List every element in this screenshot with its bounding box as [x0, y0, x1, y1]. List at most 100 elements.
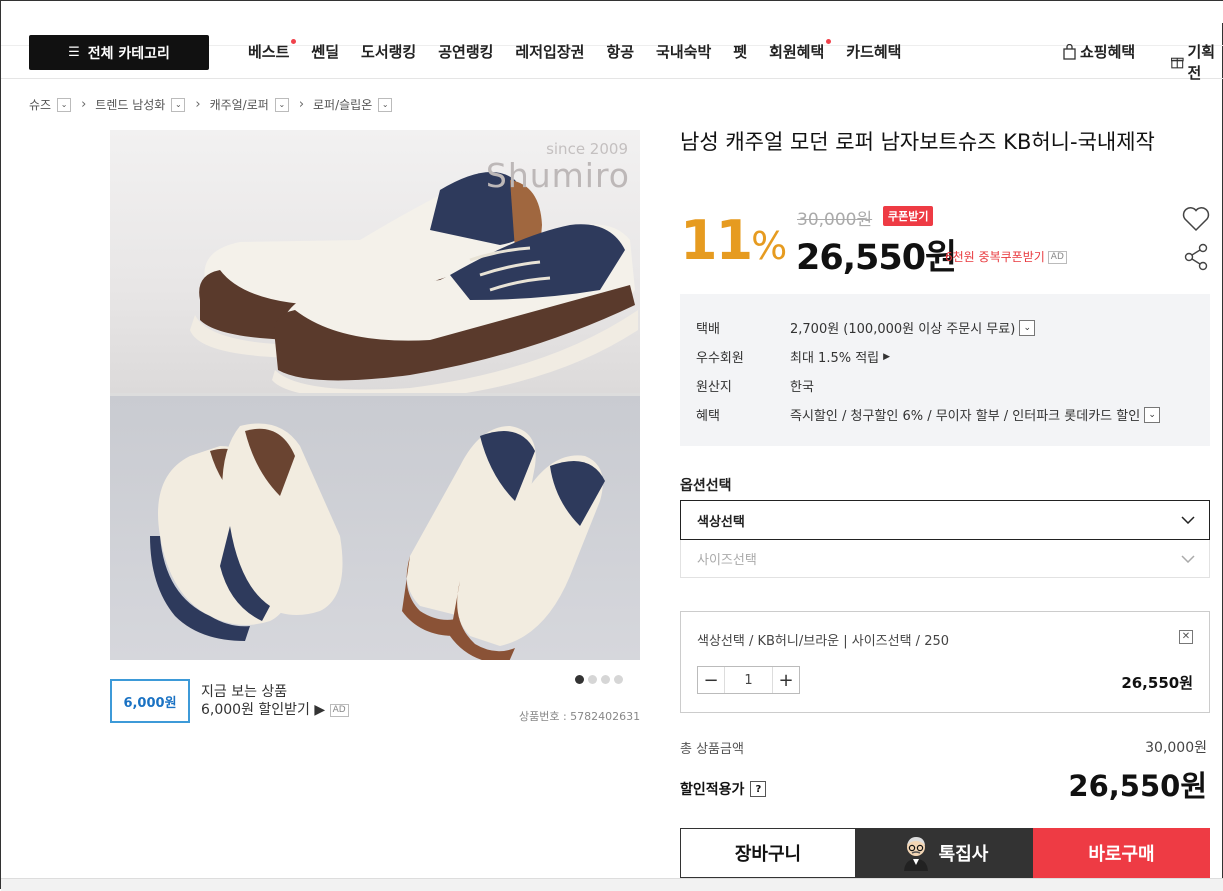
all-category-button[interactable]: ☰ 전체 카테고리	[29, 35, 209, 70]
menu-item-book-ranking[interactable]: 도서랭킹	[361, 41, 416, 62]
menu-item-flight[interactable]: 항공	[606, 41, 634, 62]
gift-icon	[1171, 57, 1184, 69]
pagination-dot[interactable]	[601, 675, 610, 684]
breadcrumb-label: 슈즈	[29, 98, 52, 112]
planning-link[interactable]: 기획전	[1171, 41, 1222, 83]
close-icon: ✕	[1181, 631, 1191, 642]
shopping-benefit-link[interactable]: 쇼핑혜택	[1063, 41, 1135, 62]
pagination-dot[interactable]	[588, 675, 597, 684]
coupon-ticket-icon: 6,000원	[110, 679, 190, 723]
chevron-down-icon	[1181, 554, 1195, 563]
menu-item-card-benefit[interactable]: 카드혜택	[846, 41, 901, 62]
menu-item-label: 회원혜택	[769, 43, 825, 61]
menu-item-label: 카드혜택	[846, 43, 902, 61]
planning-label: 기획전	[1187, 43, 1216, 82]
chevron-down-icon[interactable]: ⌄	[1019, 319, 1036, 336]
increase-button[interactable]: +	[773, 667, 799, 693]
chevron-down-icon[interactable]: ⌄	[1144, 406, 1161, 423]
selected-option-box: 색상선택 / KB허니/브라운 | 사이즈선택 / 250 ✕ − 1 + 26…	[680, 611, 1210, 713]
member-points-link[interactable]: 최대 1.5% 적립 ▶	[790, 347, 890, 366]
menu-item-leisure[interactable]: 레저입장권	[515, 41, 584, 62]
editor-button[interactable]: 톡집사	[856, 828, 1033, 878]
chevron-down-icon[interactable]: ⌄	[378, 97, 393, 112]
info-key: 우수회원	[696, 351, 744, 366]
cart-button-label: 장바구니	[734, 844, 802, 865]
breadcrumb-item[interactable]: 슈즈 ⌄	[29, 96, 72, 113]
caret-right-icon: ▶	[883, 351, 891, 362]
size-select[interactable]: 사이즈선택	[680, 540, 1210, 578]
action-buttons: 장바구니 톡집사 바로구매	[680, 828, 1210, 878]
breadcrumb-label: 로퍼/슬립온	[313, 98, 373, 112]
menu-item-domestic-stay[interactable]: 국내숙박	[656, 41, 711, 62]
total-price-value: 30,000원	[1145, 740, 1207, 756]
share-icon	[1184, 243, 1208, 271]
menu-item-member-benefit[interactable]: 회원혜택	[769, 39, 832, 62]
menu-item-show-ranking[interactable]: 공연랭킹	[438, 41, 493, 62]
info-key: 원산지	[696, 380, 732, 395]
menu-item-label: 베스트	[248, 43, 290, 61]
wishlist-button[interactable]	[1182, 206, 1210, 236]
watermark-brand: Shumiro	[485, 156, 630, 195]
menu-item-label: 항공	[606, 43, 635, 61]
shoes-pairs-illustration	[150, 423, 605, 660]
menu-item-label: 국내숙박	[656, 43, 712, 61]
menu-item-label: 펫	[733, 43, 748, 61]
info-row-origin: 원산지 한국	[696, 376, 814, 395]
breadcrumb-item[interactable]: 캐주얼/로퍼 ⌄	[210, 96, 289, 113]
discount-rate: 11%	[680, 209, 787, 272]
info-row-member: 우수회원 최대 1.5% 적립 ▶	[696, 347, 890, 366]
chevron-right-icon: ›	[195, 97, 201, 112]
product-image[interactable]: since 2009 Shumiro	[110, 130, 640, 660]
ad-badge: AD	[1047, 251, 1067, 264]
menu-item-best[interactable]: 베스트	[248, 39, 297, 62]
info-row-delivery: 택배 2,700원 (100,000원 이상 주문시 무료) ⌄	[696, 318, 1036, 337]
help-icon[interactable]: ?	[750, 781, 767, 797]
pagination-dot[interactable]	[614, 675, 623, 684]
info-value: 2,700원 (100,000원 이상 주문시 무료)	[790, 322, 1016, 337]
bag-icon	[1063, 43, 1076, 60]
coupon-get-button[interactable]: 쿠폰받기	[883, 206, 934, 226]
menu-item-label: 도서랭킹	[361, 43, 417, 61]
quantity-value[interactable]: 1	[724, 667, 773, 693]
heart-icon	[1182, 207, 1210, 232]
editor-avatar-icon	[903, 837, 928, 871]
breadcrumb-label: 트렌드 남성화	[95, 98, 166, 112]
pagination-dot[interactable]	[575, 675, 584, 684]
chevron-down-icon[interactable]: ⌄	[274, 97, 289, 112]
share-button[interactable]	[1184, 243, 1208, 275]
main-menu: 베스트 쎈딜 도서랭킹 공연랭킹 레저입장권 항공 국내숙박 펫 회원혜택 카드…	[248, 39, 923, 62]
chevron-down-icon[interactable]: ⌄	[171, 97, 186, 112]
buy-now-label: 바로구매	[1088, 844, 1155, 865]
discount-rate-value: 11	[680, 209, 753, 272]
breadcrumb-item[interactable]: 로퍼/슬립온 ⌄	[313, 96, 393, 113]
cart-button[interactable]: 장바구니	[680, 828, 856, 878]
discount-price-value: 26,550원	[1068, 769, 1207, 803]
remove-option-button[interactable]: ✕	[1179, 630, 1193, 644]
menu-item-ssendeal[interactable]: 쎈딜	[311, 41, 339, 62]
image-pagination	[575, 675, 623, 684]
menu-item-label: 레저입장권	[515, 43, 585, 61]
ad-badge: AD	[329, 703, 349, 717]
menu-item-pet[interactable]: 펫	[733, 41, 747, 62]
product-title: 남성 캐주얼 모던 로퍼 남자보트슈즈 KB허니-국내제작	[680, 130, 1155, 154]
sale-price: 26,550원	[796, 238, 957, 278]
duplicate-coupon-link[interactable]: 6천원 중복쿠폰받기 AD	[945, 248, 1067, 265]
breadcrumb: 슈즈 ⌄ › 트렌드 남성화 ⌄ › 캐주얼/로퍼 ⌄ › 로퍼/슬립온 ⌄	[29, 96, 393, 113]
option-section-label: 옵션선택	[680, 478, 732, 494]
chevron-down-icon[interactable]: ⌄	[57, 97, 72, 112]
color-select[interactable]: 색상선택	[680, 500, 1210, 540]
shopping-benefit-label: 쇼핑혜택	[1080, 43, 1136, 61]
menu-icon: ☰	[68, 45, 80, 60]
editor-button-label: 톡집사	[938, 844, 989, 865]
info-row-benefit: 혜택 즉시할인 / 청구할인 6% / 무이자 할부 / 인터파크 롯데카드 할…	[696, 405, 1161, 424]
info-value: 즉시할인 / 청구할인 6% / 무이자 할부 / 인터파크 롯데카드 할인	[790, 409, 1141, 424]
breadcrumb-item[interactable]: 트렌드 남성화 ⌄	[95, 96, 186, 113]
coupon-ad-banner[interactable]: 6,000원 지금 보는 상품 6,000원 할인받기 ▶ AD	[110, 679, 349, 723]
discount-rate-unit: %	[751, 224, 787, 268]
decrease-button[interactable]: −	[698, 667, 724, 693]
menu-item-label: 공연랭킹	[438, 43, 494, 61]
selected-option-name: 색상선택 / KB허니/브라운 | 사이즈선택 / 250	[697, 634, 950, 649]
product-image-top: since 2009 Shumiro	[110, 130, 640, 401]
buy-now-button[interactable]: 바로구매	[1033, 828, 1210, 878]
quantity-stepper: − 1 +	[697, 666, 800, 694]
